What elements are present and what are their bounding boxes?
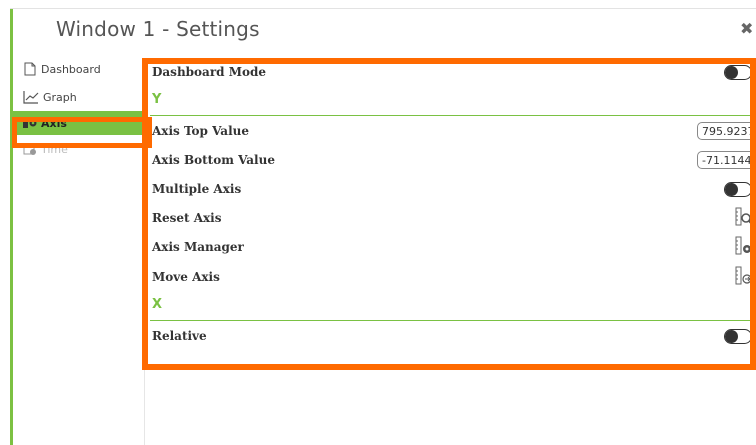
line-chart-icon: [23, 91, 39, 104]
sidebar-item-graph[interactable]: Graph: [23, 86, 77, 108]
sidebar-item-dashboard[interactable]: Dashboard: [23, 58, 101, 80]
close-icon[interactable]: ✖: [740, 19, 753, 38]
window-title: Window 1 - Settings: [56, 17, 260, 41]
window-top-border: [10, 8, 756, 9]
highlight-box-settings-panel: [142, 58, 756, 370]
highlight-box-axis-tab: [12, 117, 152, 148]
sidebar-item-label: Graph: [43, 90, 77, 104]
sidebar-item-label: Dashboard: [41, 62, 101, 76]
document-icon: [24, 62, 36, 76]
